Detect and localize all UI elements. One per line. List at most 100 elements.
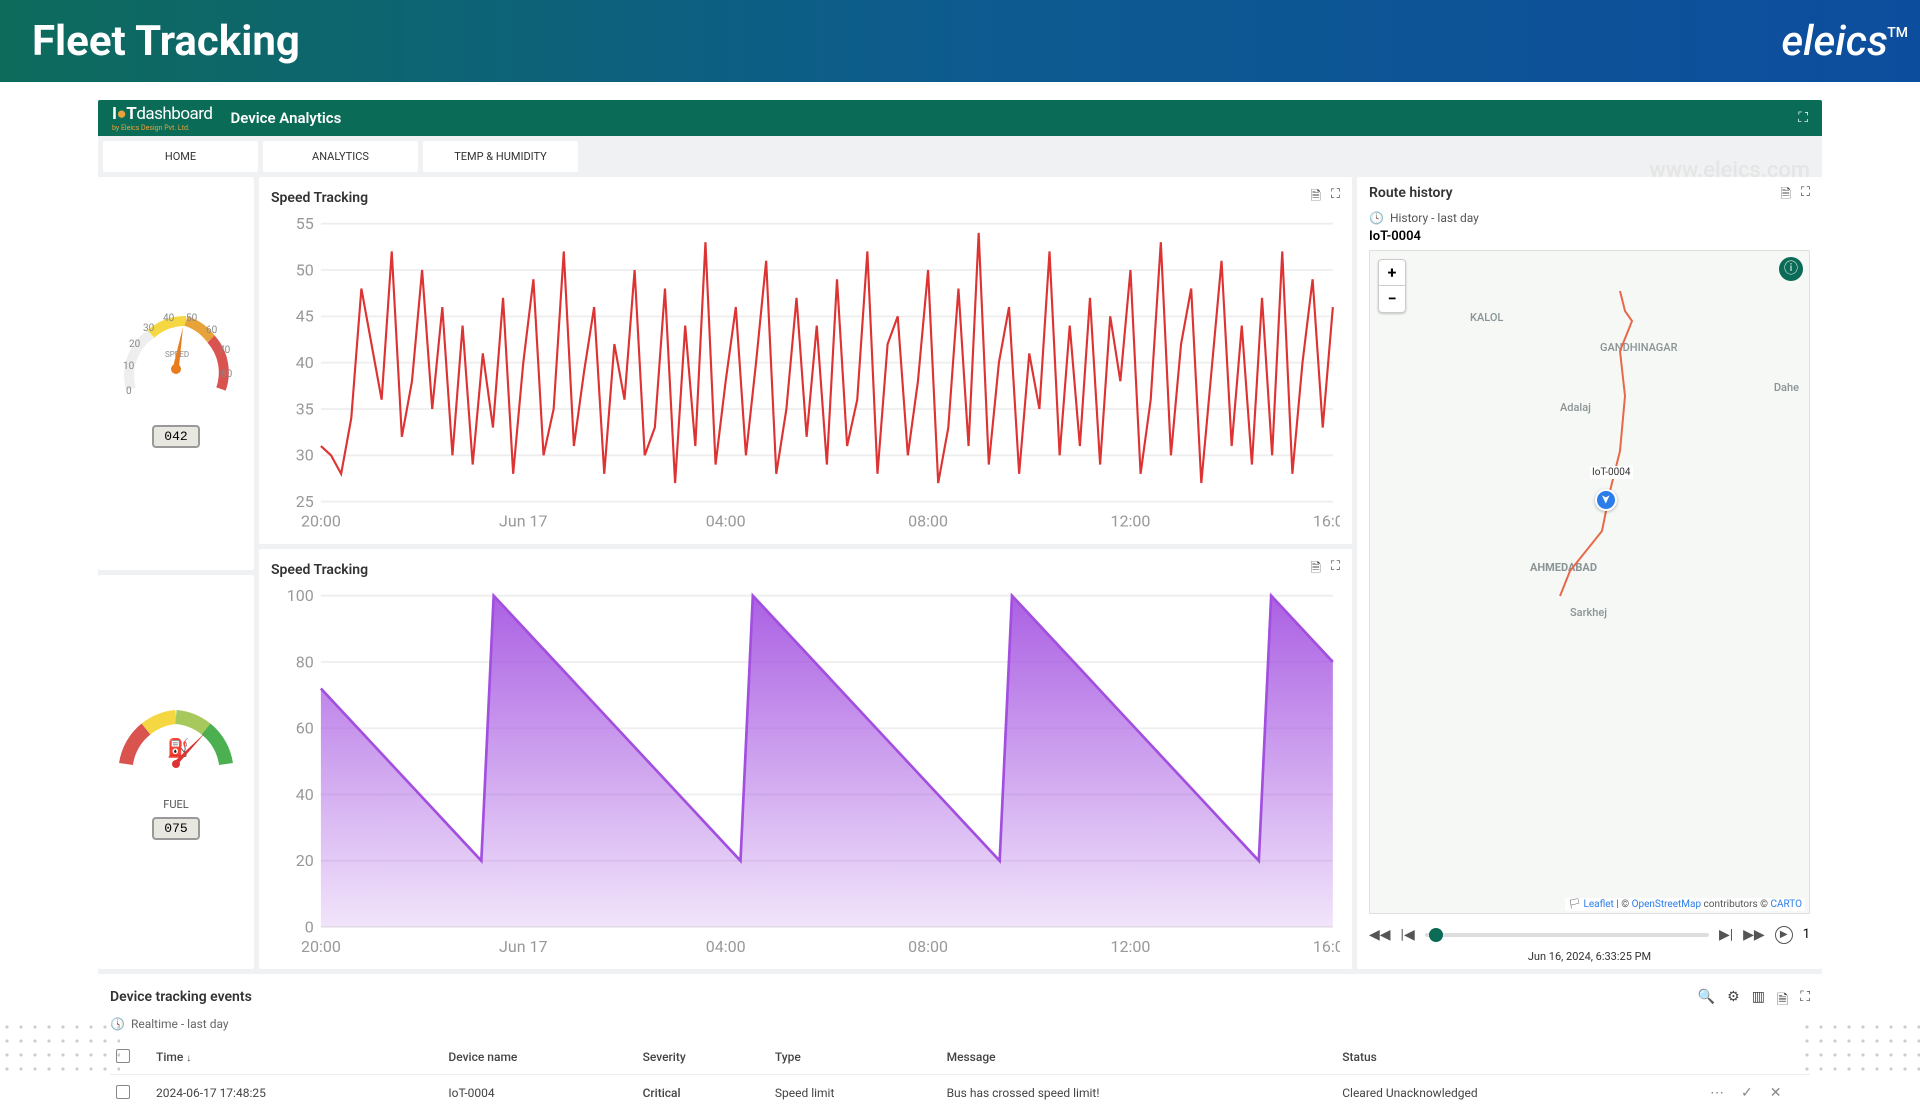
svg-text:35: 35 — [296, 399, 314, 418]
map-attribution: 🏳 Leaflet | © OpenStreetMap contributors… — [1565, 898, 1805, 911]
svg-text:70: 70 — [219, 345, 231, 356]
card-title: Route history — [1369, 185, 1453, 207]
svg-text:50: 50 — [186, 313, 198, 324]
tab-analytics[interactable]: ANALYTICS — [263, 141, 418, 172]
expand-icon[interactable]: ⛶ — [1331, 559, 1340, 581]
fullscreen-icon[interactable]: ⛶ — [1798, 110, 1808, 126]
playback-bar: ◀◀ |◀ ▶| ▶▶ ▶ 1 — [1357, 918, 1822, 952]
tabs: HOME ANALYTICS TEMP & HUMIDITY — [98, 136, 1822, 177]
events-card: Device tracking events 🔍 ⚙ ▥ 🗎 ⛶ 🕓 Realt… — [98, 979, 1822, 1112]
card-title: Speed Tracking — [271, 190, 368, 206]
tab-home[interactable]: HOME — [103, 141, 258, 172]
events-table: Time ↓ Device name Severity Type Message… — [110, 1041, 1810, 1112]
col-severity[interactable]: Severity — [637, 1041, 769, 1075]
map-marker[interactable] — [1595, 489, 1617, 511]
filter-icon[interactable]: ⚙ — [1727, 989, 1740, 1013]
tab-temp-humidity[interactable]: TEMP & HUMIDITY — [423, 141, 578, 172]
realtime-range-label[interactable]: Realtime - last day — [131, 1017, 229, 1031]
svg-text:60: 60 — [296, 718, 314, 737]
fuel-gauge-value: 075 — [152, 817, 199, 840]
app-subtitle: Device Analytics — [230, 109, 341, 127]
map[interactable]: + − ⓘ KALOL GANDHINAGAR Adalaj Dahe AHME… — [1369, 250, 1810, 914]
clock-icon: 🕓 — [1369, 211, 1384, 225]
export-icon[interactable]: 🗎 — [1310, 187, 1320, 209]
expand-icon[interactable]: ⛶ — [1801, 185, 1810, 207]
outer-header: Fleet Tracking eleicsTM — [0, 0, 1920, 82]
osm-link[interactable]: OpenStreetMap — [1632, 899, 1702, 910]
fuel-chart-card: Speed Tracking 🗎 ⛶ 02040608010020:00Jun … — [259, 549, 1352, 969]
col-message[interactable]: Message — [941, 1041, 1337, 1075]
svg-text:12:00: 12:00 — [1111, 937, 1151, 956]
svg-text:08:00: 08:00 — [908, 512, 948, 531]
svg-text:Jun 17: Jun 17 — [499, 937, 548, 956]
expand-icon[interactable]: ⛶ — [1331, 187, 1340, 209]
fuel-gauge-label: FUEL — [163, 798, 188, 811]
svg-text:20: 20 — [129, 339, 141, 350]
svg-text:55: 55 — [296, 214, 314, 233]
svg-text:04:00: 04:00 — [706, 512, 746, 531]
svg-text:08:00: 08:00 — [908, 937, 948, 956]
ffwd-icon[interactable]: ▶▶ — [1743, 927, 1765, 943]
export-icon[interactable]: 🗎 — [1780, 185, 1790, 207]
svg-text:45: 45 — [296, 307, 314, 326]
route-history-card: Route history 🗎 ⛶ 🕓 History - last day I… — [1357, 177, 1822, 969]
svg-text:12:00: 12:00 — [1111, 512, 1151, 531]
rewind-icon[interactable]: ◀◀ — [1369, 927, 1391, 943]
playback-timestamp: Jun 16, 2024, 6:33:25 PM — [1357, 950, 1822, 969]
card-title: Device tracking events — [110, 989, 252, 1005]
next-icon[interactable]: ▶| — [1719, 927, 1733, 943]
svg-text:20:00: 20:00 — [301, 937, 341, 956]
svg-text:25: 25 — [296, 492, 314, 511]
svg-text:Jun 17: Jun 17 — [499, 512, 548, 531]
svg-text:80: 80 — [221, 369, 233, 380]
watermark: www.eleics.com — [1649, 158, 1810, 183]
svg-text:40: 40 — [296, 785, 314, 804]
export-icon[interactable]: 🗎 — [1777, 989, 1788, 1013]
search-icon[interactable]: 🔍 — [1698, 989, 1715, 1013]
speed-gauge: 01020 304050 607080 SPEED — [111, 299, 241, 419]
speed-line-chart: 25 30 35 40 45 50 55 20:00 Jun 17 04:00 08:00 12:00… — [271, 213, 1340, 534]
col-time[interactable]: Time ↓ — [150, 1041, 442, 1075]
sort-desc-icon: ↓ — [186, 1053, 191, 1064]
svg-text:40: 40 — [163, 313, 175, 324]
fuel-gauge: ⛽ — [111, 704, 241, 794]
col-type[interactable]: Type — [769, 1041, 941, 1075]
history-range-label[interactable]: History - last day — [1390, 211, 1479, 225]
leaflet-link[interactable]: Leaflet — [1583, 899, 1613, 910]
fuel-gauge-card: ⛽ FUEL 075 — [98, 575, 254, 968]
col-device[interactable]: Device name — [442, 1041, 636, 1075]
more-icon[interactable]: ⋯ — [1710, 1085, 1724, 1101]
card-title: Speed Tracking — [271, 562, 368, 578]
carto-link[interactable]: CARTO — [1770, 899, 1802, 910]
export-icon[interactable]: 🗎 — [1310, 559, 1320, 581]
page-title: Fleet Tracking — [32, 17, 300, 66]
expand-icon[interactable]: ⛶ — [1800, 989, 1810, 1013]
svg-text:50: 50 — [296, 260, 314, 279]
play-icon[interactable]: ▶ — [1775, 926, 1793, 944]
prev-icon[interactable]: |◀ — [1401, 927, 1415, 943]
close-icon[interactable]: ✕ — [1770, 1085, 1782, 1101]
app-header: I●Tdashboard by Eleics Design Pvt. Ltd. … — [98, 100, 1822, 136]
svg-text:20:00: 20:00 — [301, 512, 341, 531]
speed-mult: 1 — [1803, 927, 1810, 942]
svg-text:0: 0 — [126, 386, 132, 397]
svg-text:10: 10 — [123, 361, 135, 372]
device-id-label: IoT-0004 — [1357, 227, 1822, 246]
speed-gauge-value: 042 — [152, 425, 199, 448]
svg-text:30: 30 — [296, 446, 314, 465]
col-status[interactable]: Status — [1336, 1041, 1690, 1075]
speed-chart-card: Speed Tracking 🗎 ⛶ 25 30 35 40 45 50 55 20:00 Ju… — [259, 177, 1352, 544]
svg-text:100: 100 — [287, 586, 314, 605]
columns-icon[interactable]: ▥ — [1752, 989, 1765, 1013]
svg-text:04:00: 04:00 — [706, 937, 746, 956]
row-checkbox[interactable] — [116, 1085, 130, 1099]
svg-text:40: 40 — [296, 353, 314, 372]
fuel-area-chart: 02040608010020:00Jun 1704:0008:0012:0016… — [271, 585, 1340, 959]
ack-icon[interactable]: ✓ — [1741, 1085, 1753, 1101]
playback-slider[interactable] — [1425, 933, 1709, 937]
brand-logo: eleicsTM — [1781, 17, 1888, 66]
svg-text:16:00: 16:00 — [1313, 512, 1340, 531]
app-logo: I●Tdashboard by Eleics Design Pvt. Ltd. — [112, 104, 212, 132]
map-marker-label: IoT-0004 — [1590, 466, 1633, 479]
svg-text:16:00: 16:00 — [1313, 937, 1340, 956]
